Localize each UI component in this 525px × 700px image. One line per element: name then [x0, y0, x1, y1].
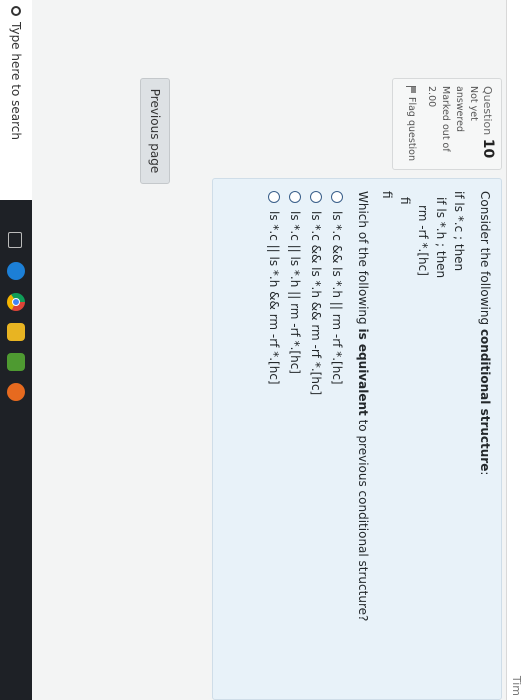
- code-line: fi: [398, 197, 412, 205]
- question-intro: Consider the following conditional struc…: [476, 191, 493, 687]
- intro-end: :: [478, 471, 492, 476]
- marked-out-of-label: Marked out of: [440, 86, 451, 152]
- chrome-icon[interactable]: [7, 293, 25, 311]
- answer-option-b[interactable]: ls *.c && ls *.h && rm -rf *.[hc]: [306, 191, 327, 687]
- store-icon[interactable]: [7, 353, 25, 371]
- firefox-icon[interactable]: [7, 383, 25, 401]
- timer-fragment: Tim: [510, 675, 523, 696]
- edge-icon[interactable]: [7, 262, 25, 280]
- task-view-icon[interactable]: [8, 232, 22, 248]
- option-text: ls *.c && ls *.h || rm -rf *.[hc]: [330, 211, 345, 385]
- taskbar-search-box[interactable]: Type here to search: [0, 0, 32, 200]
- search-placeholder: Type here to search: [9, 22, 23, 140]
- taskbar: Type here to search: [0, 0, 32, 700]
- code-block: if ls *.c ; then if ls *.h ; then rm -rf…: [378, 191, 468, 687]
- code-line: if ls *.h ; then: [434, 197, 448, 279]
- question-number-value: 10: [480, 138, 496, 159]
- flag-question-label: Flag question: [406, 97, 417, 162]
- top-bar: Tim: [506, 0, 525, 700]
- radio-button[interactable]: [289, 191, 302, 203]
- option-text: ls *.c || ls *.h && rm -rf *.[hc]: [267, 211, 282, 385]
- option-text: ls *.c && ls *.h && rm -rf *.[hc]: [309, 211, 324, 396]
- code-line: rm -rf *.[hc]: [416, 205, 430, 276]
- intro-text: Consider the following: [478, 191, 492, 329]
- question-info-panel: Question 10 Not yet answered Marked out …: [392, 78, 502, 170]
- marked-value: 2.00: [426, 86, 437, 108]
- prompt-bold: is equivalent: [356, 328, 370, 416]
- search-icon: [11, 6, 21, 16]
- answer-option-d[interactable]: ls *.c || ls *.h && rm -rf *.[hc]: [264, 191, 285, 687]
- file-explorer-icon[interactable]: [7, 323, 25, 341]
- status-line-2: answered: [454, 86, 465, 132]
- question-content: Consider the following conditional struc…: [212, 178, 502, 700]
- radio-button[interactable]: [310, 191, 323, 203]
- answer-options: ls *.c && ls *.h || rm -rf *.[hc] ls *.c…: [264, 191, 348, 687]
- prompt-end: to previous conditional structure?: [356, 415, 370, 622]
- flag-icon: [406, 86, 416, 94]
- code-line: fi: [380, 191, 394, 199]
- previous-page-button[interactable]: Previous page: [140, 78, 170, 184]
- answer-option-c[interactable]: ls *.c || ls *.h || rm -rf *.[hc]: [285, 191, 306, 687]
- prompt-text: Which of the following: [356, 191, 370, 329]
- quiz-screen: Tim Question 10 Not yet answered Marked …: [0, 0, 525, 700]
- radio-button[interactable]: [331, 191, 344, 203]
- photo-stage: Tim Question 10 Not yet answered Marked …: [0, 0, 525, 700]
- answer-option-a[interactable]: ls *.c && ls *.h || rm -rf *.[hc]: [327, 191, 348, 687]
- question-number: Question 10: [480, 86, 496, 162]
- radio-button[interactable]: [268, 191, 281, 203]
- question-prompt: Which of the following is equivalent to …: [354, 191, 372, 687]
- intro-bold: conditional structure: [478, 328, 492, 472]
- question-label: Question: [481, 86, 494, 136]
- flag-question-button[interactable]: Flag question: [404, 86, 418, 162]
- status-line-1: Not yet: [468, 86, 479, 121]
- code-line: if ls *.c ; then: [452, 191, 466, 272]
- option-text: ls *.c || ls *.h || rm -rf *.[hc]: [288, 211, 303, 374]
